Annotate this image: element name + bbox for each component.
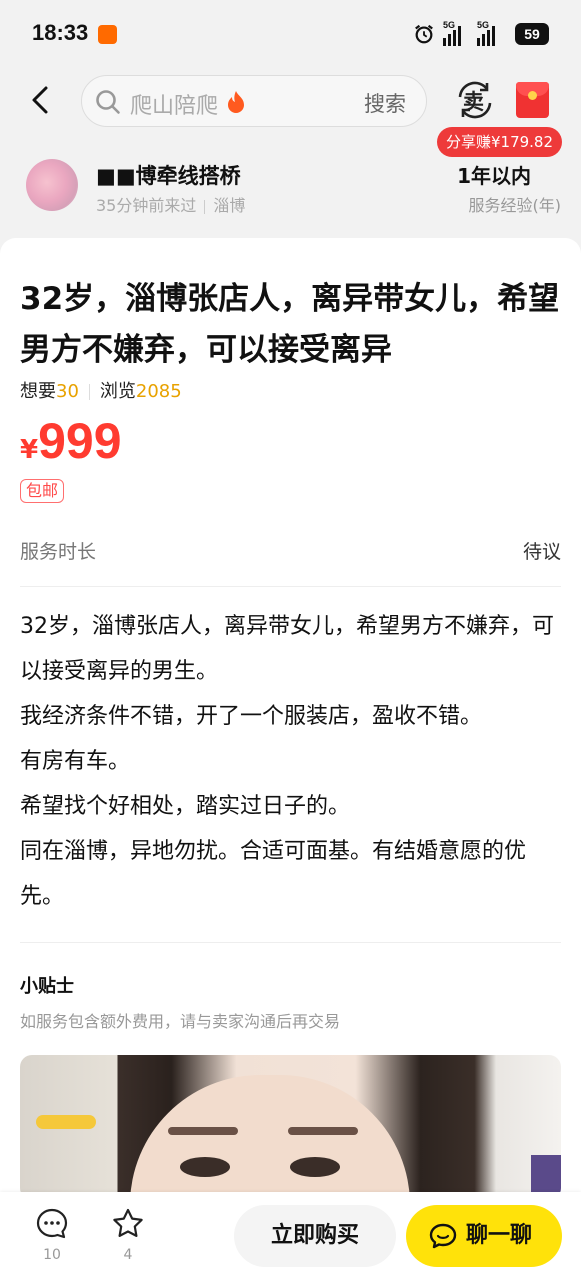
status-bar: 18:33 5G 5G 59: [0, 0, 581, 66]
signal-icon-2: 5G: [477, 20, 507, 46]
signal-icon: 5G: [443, 20, 469, 46]
tips-title: 小贴士: [20, 976, 74, 997]
item-description: 32岁，淄博张店人，离异带女儿，希望男方不嫌弃，可以接受离异的男生。 我经济条件…: [20, 604, 565, 919]
comment-count: 10: [43, 1247, 61, 1263]
bottom-action-bar: 10 4 立即购买 聊一聊: [0, 1192, 581, 1280]
chat-button[interactable]: 聊一聊: [406, 1205, 562, 1267]
item-photo[interactable]: [20, 1055, 561, 1200]
photo-brow: [168, 1127, 238, 1135]
description-line: 同在淄博，异地勿扰。合适可面基。有结婚意愿的优先。: [20, 839, 527, 909]
seller-name[interactable]: ■■博牵线搭桥: [96, 160, 241, 190]
fire-icon: [228, 91, 244, 113]
search-button[interactable]: 搜索: [364, 88, 406, 118]
red-packet-icon[interactable]: [516, 82, 549, 118]
sell-label: 卖: [463, 90, 484, 114]
photo-eye: [290, 1157, 340, 1177]
view-count: 2085: [135, 381, 182, 402]
back-button[interactable]: [22, 82, 58, 118]
shipping-tag: 包邮: [20, 479, 65, 503]
chat-icon: [429, 1223, 457, 1249]
description-line: 我经济条件不错，开了一个服装店，盈收不错。: [20, 704, 483, 729]
item-title: 32岁，淄博张店人，离异带女儿，希望男方不嫌弃，可以接受离异: [20, 281, 560, 368]
description-line: 有房有车。: [20, 749, 131, 774]
photo-face: [130, 1075, 410, 1200]
photo-eye: [180, 1157, 230, 1177]
view-label: 浏览: [99, 381, 136, 402]
service-duration-label: 服务时长: [20, 541, 97, 563]
search-icon: [96, 90, 120, 114]
status-icons: 5G 5G 59: [413, 20, 549, 48]
battery-icon: 59: [515, 23, 549, 45]
share-earn-badge[interactable]: 分享赚¥179.82: [437, 127, 562, 157]
experience-label: 服务经验(年): [468, 196, 562, 215]
description-line: 希望找个好相处，踏实过日子的。: [20, 794, 351, 819]
want-count: 30: [56, 381, 79, 402]
star-icon: [113, 1208, 143, 1237]
price: ¥999: [20, 412, 122, 470]
description-line: 32岁，淄博张店人，离异带女儿，希望男方不嫌弃，可以接受离异的男生。: [20, 614, 554, 684]
search-input[interactable]: 爬山陪爬 搜索: [81, 75, 427, 127]
seller-last-seen: 35分钟前来过: [96, 196, 197, 215]
buy-now-button[interactable]: 立即购买: [234, 1205, 396, 1267]
comment-button[interactable]: 10: [32, 1207, 72, 1263]
price-value: 999: [38, 413, 122, 469]
status-time: 18:33: [32, 20, 89, 45]
chat-label: 聊一聊: [466, 1223, 533, 1248]
seller-location: 淄博: [213, 196, 246, 215]
search-placeholder: 爬山陪爬: [130, 94, 219, 119]
want-label: 想要: [20, 381, 56, 402]
price-symbol: ¥: [20, 435, 39, 465]
divider: [20, 586, 561, 587]
tips-text: 如服务包含额外费用，请与卖家沟通后再交易: [20, 1012, 341, 1031]
favorite-button[interactable]: 4: [108, 1207, 148, 1263]
photo-brow: [288, 1127, 358, 1135]
app-badge-icon: [98, 25, 117, 44]
item-stats: 想要30 浏览2085: [20, 377, 182, 403]
experience-value: 1年以内: [457, 164, 531, 188]
sell-button[interactable]: 卖: [454, 79, 496, 121]
service-duration-value: 待议: [522, 541, 561, 563]
seller-avatar[interactable]: [26, 159, 78, 211]
photo-decor: [36, 1115, 96, 1129]
favorite-count: 4: [123, 1247, 133, 1263]
comment-icon: [36, 1208, 68, 1239]
seller-meta: 35分钟前来过 淄博: [96, 192, 245, 216]
divider: [20, 942, 561, 943]
alarm-icon: [415, 24, 433, 44]
